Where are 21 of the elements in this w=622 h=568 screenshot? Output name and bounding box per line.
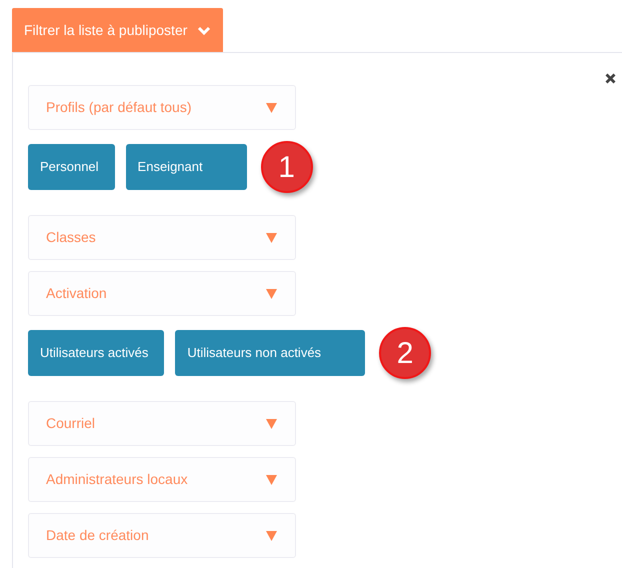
filter-dropdown[interactable]: Courriel: [28, 401, 296, 446]
filter-dropdown[interactable]: Administrateurs locaux: [28, 457, 296, 502]
caret-icon: [266, 288, 277, 298]
filter-dropdown[interactable]: Profils (par défaut tous): [28, 85, 296, 130]
filter-dropdown[interactable]: Date de création: [28, 513, 296, 558]
close-icon[interactable]: [605, 73, 616, 84]
filter-button[interactable]: Enseignant: [126, 144, 247, 190]
caret-icon: [266, 102, 277, 112]
caret-icon: [266, 530, 277, 540]
filter-button[interactable]: Utilisateurs activés: [28, 330, 164, 376]
caret-icon: [266, 232, 277, 242]
filter-button[interactable]: Personnel: [28, 144, 115, 190]
chevron-icon: [197, 24, 212, 36]
number-callout: 1: [260, 141, 313, 193]
number-callout: 2: [379, 327, 432, 379]
caret-icon: [266, 474, 277, 484]
filter-dropdown[interactable]: Activation: [28, 271, 296, 316]
caret-icon: [266, 418, 277, 428]
filter-toggle-button[interactable]: Filtrer la liste à publiposter: [12, 8, 224, 52]
filter-dropdown[interactable]: Classes: [28, 215, 296, 260]
filter-button[interactable]: Utilisateurs non activés: [175, 330, 366, 376]
